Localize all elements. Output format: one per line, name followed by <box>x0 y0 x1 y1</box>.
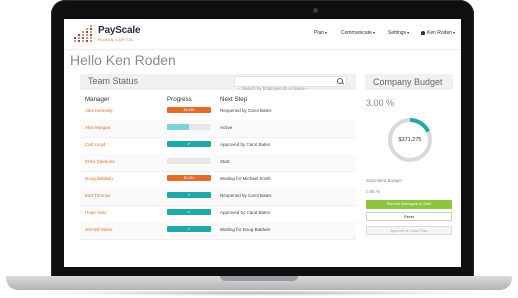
next-step-text: Active <box>220 125 233 130</box>
budget-amount: $371,275 <box>398 137 422 143</box>
search-icon[interactable] <box>337 78 343 84</box>
laptop-shadow <box>30 290 488 296</box>
manager-name-link[interactable]: Earl Thomas <box>85 193 110 198</box>
next-step-text: Approved by Carol Bates <box>220 142 271 147</box>
progress-bar: $4,511 <box>167 175 211 181</box>
manager-name-link[interactable]: Alex Kennedy <box>85 108 113 113</box>
submitted-budget-label: Submitted Budget <box>366 178 402 183</box>
logo-dot <box>86 28 88 30</box>
table-row[interactable]: Chris Clemons Start <box>80 154 356 172</box>
progress-bar: ✔ <box>167 209 211 215</box>
column-header-manager: Manager <box>85 96 110 103</box>
manager-name-link[interactable]: Jermell Stone <box>85 227 113 232</box>
brand-name: PayScale <box>98 25 141 36</box>
nav-communicate-label: Communicate <box>341 30 372 36</box>
nav-plan[interactable]: Plan▾ <box>314 30 327 36</box>
logo-dot <box>86 37 88 39</box>
company-budget-header: Company Budget <box>365 74 453 90</box>
next-step-text: Waiting for Doug Baldwin <box>220 227 271 232</box>
table-row[interactable]: Doug Baldwin $4,511 Waiting for Michael Sm… <box>80 171 356 189</box>
remind-managers-button[interactable]: Remind Managers to Start <box>366 200 452 209</box>
progress-bar: ✔ <box>167 192 211 198</box>
next-step-text: Waiting for Michael Smith <box>220 176 271 181</box>
manager-name-link[interactable]: Carl Lloyd <box>85 142 105 147</box>
app-screen: PayScale HUMAN CAPITAL Plan▾ Communicate… <box>64 19 461 267</box>
logo-dot <box>86 34 88 36</box>
next-step-text: Start <box>220 159 230 164</box>
logo-dot <box>90 28 92 30</box>
search-input[interactable] <box>235 84 333 93</box>
logo-dot <box>82 40 84 42</box>
nav-settings-label: Settings <box>388 30 407 36</box>
logo-dot <box>90 25 92 27</box>
search-box <box>234 76 347 93</box>
chevron-down-icon: ▾ <box>325 30 328 35</box>
logo-dot <box>78 34 80 36</box>
next-step-text: Reopened by Carol Bates <box>220 193 272 198</box>
table-row[interactable]: Alex Morgan Active <box>80 120 356 138</box>
manager-name-link[interactable]: Alex Morgan <box>85 125 110 130</box>
logo-dot <box>82 34 84 36</box>
progress-fill: ✔ <box>167 226 211 232</box>
progress-fill <box>167 124 189 130</box>
manager-name-link[interactable]: Doug Baldwin <box>85 176 113 181</box>
reset-button[interactable]: Reset <box>366 212 452 221</box>
user-icon <box>421 30 425 35</box>
logo-dot <box>82 31 84 33</box>
logo-dot <box>74 40 76 42</box>
team-status-title: Team Status <box>88 76 139 86</box>
progress-fill: $4,511 <box>167 175 211 181</box>
nav-user-menu[interactable]: Ken Roden▾ <box>421 30 455 36</box>
payscale-logo-icon <box>74 25 94 43</box>
progress-fill: ✔ <box>167 192 211 198</box>
progress-bar <box>167 124 211 130</box>
brand-subtitle: HUMAN CAPITAL <box>98 38 134 42</box>
logo-dot <box>90 40 92 42</box>
next-step-text: Reopened by Carol Bates <box>220 108 272 113</box>
team-status-header: Team Status <box>80 74 356 93</box>
logo-dot <box>90 37 92 39</box>
chevron-down-icon: ▾ <box>372 30 375 35</box>
camera-icon <box>313 8 318 13</box>
progress-fill: ✔ <box>167 209 211 215</box>
progress-fill: $4,450 <box>167 107 211 113</box>
logo-dot <box>74 37 76 39</box>
progress-bar: ✔ <box>167 226 211 232</box>
table-row[interactable]: Alex Kennedy $4,450 Reopened by Carol Bate… <box>80 103 356 121</box>
table-row[interactable]: Hope Solo ✔ Approved by Carol Bates <box>80 205 356 223</box>
logo-dot <box>90 31 92 33</box>
nav-communicate[interactable]: Communicate▾ <box>341 30 375 36</box>
nav-settings[interactable]: Settings▾ <box>388 30 409 36</box>
column-header-progress: Progress <box>167 96 192 103</box>
table-row[interactable]: Carl Lloyd ✔ Approved by Carol Bates <box>80 137 356 155</box>
chevron-down-icon: ▾ <box>453 30 456 35</box>
next-step-text: Approved by Carol Bates <box>220 210 271 215</box>
logo-dot <box>78 37 80 39</box>
table-row[interactable]: Jermell Stone ✔ Waiting for Doug Baldwin <box>80 222 356 240</box>
logo-dot <box>86 31 88 33</box>
progress-bar: ✔ <box>167 141 211 147</box>
manager-name-link[interactable]: Chris Clemons <box>85 159 115 164</box>
logo-dot <box>90 34 92 36</box>
logo-dot <box>78 40 80 42</box>
progress-bar <box>167 158 211 164</box>
column-header-next-step: Next Step <box>220 96 248 103</box>
laptop-notch <box>220 276 298 281</box>
chevron-down-icon: ▾ <box>407 30 410 35</box>
progress-bar: $4,450 <box>167 107 211 113</box>
logo-dot <box>82 37 84 39</box>
nav-plan-label: Plan <box>314 30 325 36</box>
page-title: Hello Ken Roden <box>70 52 176 68</box>
approve-close-plan-button[interactable]: Approve & Close Plan <box>366 226 452 235</box>
budget-percent: 3.00 % <box>366 98 395 108</box>
progress-fill: ✔ <box>167 141 211 147</box>
manager-name-link[interactable]: Hope Solo <box>85 210 106 215</box>
submitted-budget-percent: 0.65 % <box>366 189 381 194</box>
table-row[interactable]: Earl Thomas ✔ Reopened by Carol Bates <box>80 188 356 206</box>
company-budget-title: Company Budget <box>373 77 443 87</box>
nav-user-label: Ken Roden <box>427 30 453 36</box>
logo-dot <box>86 40 88 42</box>
app-header: PayScale HUMAN CAPITAL Plan▾ Communicate… <box>64 19 461 50</box>
